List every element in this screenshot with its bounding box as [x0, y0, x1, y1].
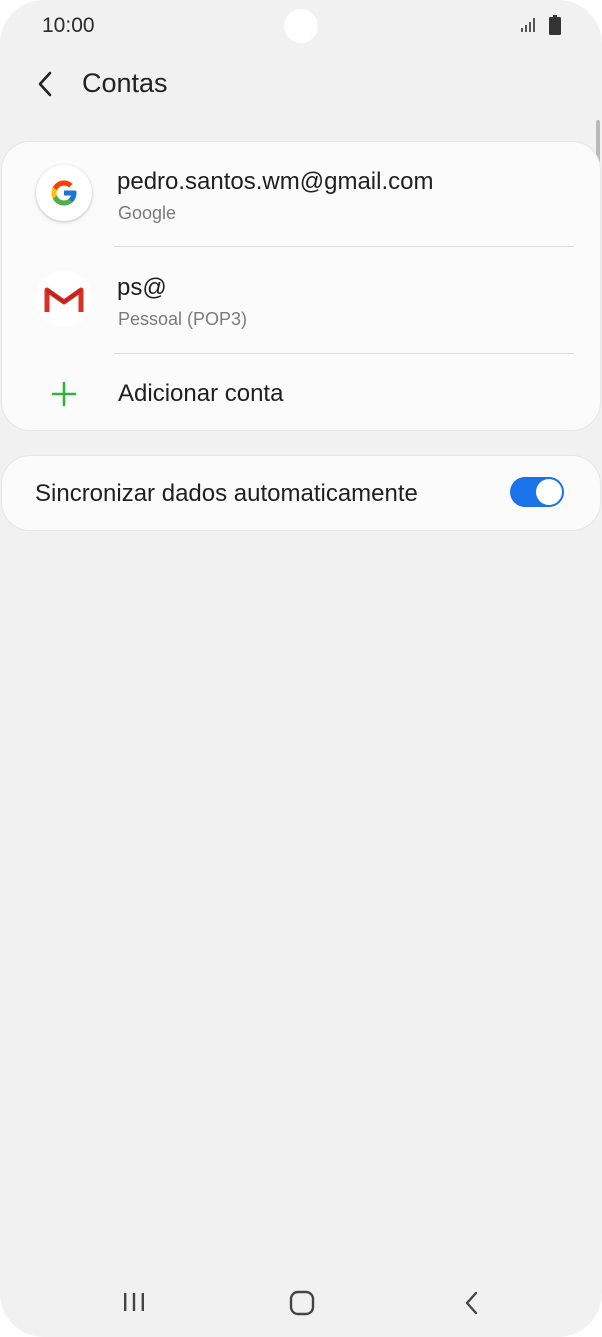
- account-item-google[interactable]: pedro.santos.wm@gmail.com Google: [2, 142, 600, 246]
- battery-icon: [549, 15, 561, 40]
- account-email: pedro.santos.wm@gmail.com: [117, 168, 434, 195]
- auto-sync-toggle[interactable]: [510, 477, 564, 507]
- navigation-bar: [0, 1272, 602, 1334]
- toggle-knob: [536, 479, 562, 505]
- gmail-logo-icon: [36, 271, 92, 327]
- back-arrow-icon[interactable]: [30, 68, 62, 100]
- status-time: 10:00: [42, 14, 95, 37]
- account-item-pop3[interactable]: ps@ Pessoal (POP3): [2, 248, 600, 352]
- page-title: Contas: [82, 68, 168, 98]
- add-account-button[interactable]: Adicionar conta: [2, 354, 600, 430]
- signal-icon: [520, 17, 538, 38]
- front-camera: [284, 9, 318, 43]
- account-type: Pessoal (POP3): [118, 309, 248, 329]
- google-logo-icon: [36, 165, 92, 221]
- plus-icon: [50, 380, 78, 408]
- divider: [114, 246, 574, 247]
- accounts-card: pedro.santos.wm@gmail.com Google ps@ Pes…: [2, 142, 600, 430]
- add-account-label: Adicionar conta: [118, 380, 284, 407]
- phone-screen: 10:00 Contas pedro.santos.wm@gmail.com G…: [0, 0, 602, 1337]
- home-icon[interactable]: [288, 1289, 316, 1322]
- app-bar: Contas: [0, 56, 602, 112]
- auto-sync-row[interactable]: Sincronizar dados automaticamente: [2, 456, 600, 530]
- back-icon[interactable]: [460, 1289, 484, 1322]
- status-bar: 10:00: [0, 0, 602, 52]
- account-type: Google: [118, 203, 177, 223]
- account-name: ps@: [117, 274, 167, 301]
- auto-sync-label: Sincronizar dados automaticamente: [35, 480, 418, 507]
- recent-apps-icon[interactable]: [118, 1290, 150, 1319]
